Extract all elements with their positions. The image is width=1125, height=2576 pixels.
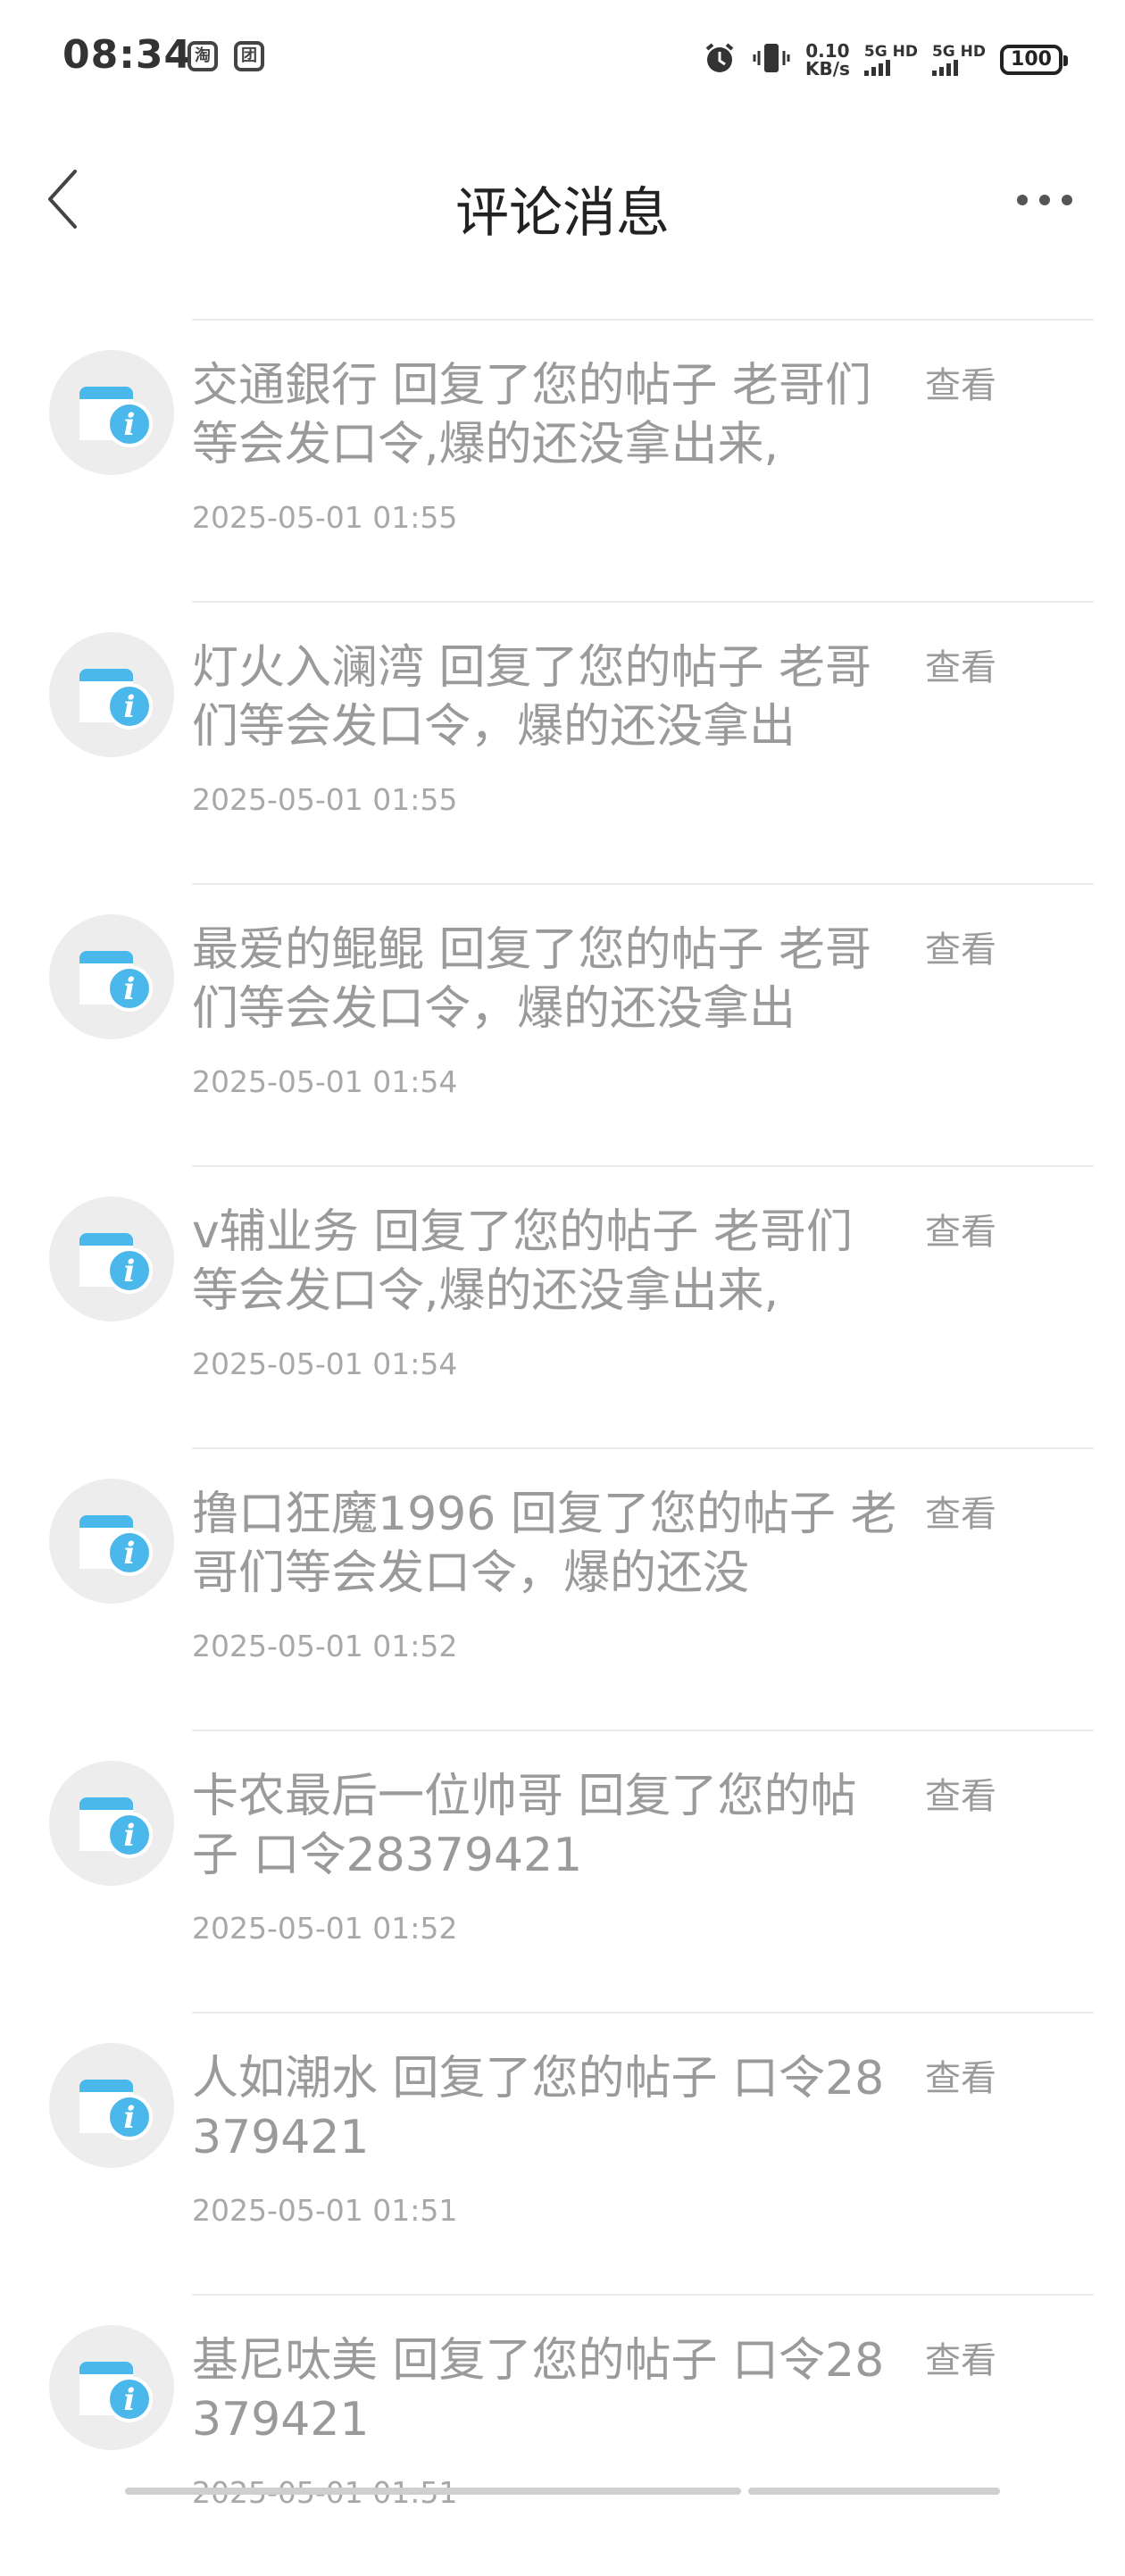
message-content: 人如潮水 回复了您的帖子 口令28379421 [192,2052,885,2164]
divider [192,601,1094,603]
avatar: i [49,2043,174,2168]
message-time: 2025-05-01 01:55 [192,500,458,535]
avatar: i [49,1196,174,1321]
notification-info-icon: i [79,1515,153,1576]
taobao-app-icon: 淘 [188,41,218,71]
message-time: 2025-05-01 01:55 [192,782,458,817]
network-speed: 0.10 KB/s [804,40,850,79]
list-item[interactable]: i 交通銀行 回复了您的帖子 老哥们等会发口令,爆的还没拿出来, 2025-05… [0,319,1125,601]
status-time: 08:34 [62,32,193,78]
vibrate-icon [752,40,791,79]
message-content: 基尼呔美 回复了您的帖子 口令28379421 [192,2334,885,2447]
avatar: i [49,2325,174,2450]
divider [192,319,1094,321]
message-list: i 交通銀行 回复了您的帖子 老哥们等会发口令,爆的还没拿出来, 2025-05… [0,319,1125,2576]
view-button[interactable]: 查看 [925,1485,996,1537]
svg-text:i: i [124,1254,136,1289]
divider [192,1165,1094,1167]
alarm-icon [702,40,738,79]
view-button[interactable]: 查看 [925,356,996,408]
divider [192,883,1094,885]
message-time: 2025-05-01 01:51 [192,2193,458,2228]
svg-text:i: i [124,407,136,443]
avatar: i [49,914,174,1039]
notification-info-icon: i [79,1233,153,1294]
divider [192,1447,1094,1449]
list-item[interactable]: i 灯火入澜湾 回复了您的帖子 老哥们等会发口令，爆的还没拿出 2025-05-… [0,601,1125,883]
view-button[interactable]: 查看 [925,921,996,972]
battery-indicator: 100 [1000,45,1068,75]
message-time: 2025-05-01 01:54 [192,1064,458,1099]
view-button[interactable]: 查看 [925,638,996,690]
list-item[interactable]: i 卡农最后一位帅哥 回复了您的帖子 口令28379421 2025-05-01… [0,1730,1125,2012]
view-button[interactable]: 查看 [925,2049,996,2101]
avatar: i [49,1761,174,1886]
meituan-app-icon: 团 [234,41,264,71]
sim2-signal: 5G HD [931,44,986,76]
message-content: 交通銀行 回复了您的帖子 老哥们等会发口令,爆的还没拿出来, [192,359,872,471]
svg-text:i: i [124,971,136,1007]
message-time: 2025-05-01 01:52 [192,1629,458,1663]
avatar: i [49,632,174,757]
svg-text:i: i [124,1536,136,1571]
notification-info-icon: i [79,1797,153,1858]
svg-text:i: i [124,2382,136,2418]
notification-info-icon: i [79,951,153,1012]
notification-info-icon: i [79,387,153,447]
svg-text:i: i [124,2100,136,2136]
view-button[interactable]: 查看 [925,1767,996,1819]
svg-text:i: i [124,689,136,725]
message-content: 撸口狂魔1996 回复了您的帖子 老哥们等会发口令，爆的还没 [192,1488,897,1600]
list-item[interactable]: i v辅业务 回复了您的帖子 老哥们等会发口令,爆的还没拿出来, 2025-05… [0,1165,1125,1447]
avatar: i [49,1479,174,1604]
divider [192,2294,1094,2296]
divider [192,1730,1094,1731]
header-bar: 评论消息 [0,134,1125,268]
svg-text:i: i [124,1818,136,1854]
message-content: 最爱的鲲鲲 回复了您的帖子 老哥们等会发口令，爆的还没拿出 [192,923,872,1036]
list-item[interactable]: i 撸口狂魔1996 回复了您的帖子 老哥们等会发口令，爆的还没 2025-05… [0,1447,1125,1730]
more-button[interactable] [1000,161,1089,241]
notification-info-icon: i [79,669,153,729]
more-horizontal-icon [1016,193,1073,210]
sim1-signal: 5G HD [863,44,918,76]
message-content: 灯火入澜湾 回复了您的帖子 老哥们等会发口令，爆的还没拿出 [192,641,872,754]
divider [192,2012,1094,2013]
message-time: 2025-05-01 01:52 [192,1911,458,1946]
list-item[interactable]: i 最爱的鲲鲲 回复了您的帖子 老哥们等会发口令，爆的还没拿出 2025-05-… [0,883,1125,1165]
message-content: 卡农最后一位帅哥 回复了您的帖子 口令28379421 [192,1770,857,1882]
message-content: v辅业务 回复了您的帖子 老哥们等会发口令,爆的还没拿出来, [192,1205,853,1318]
list-item[interactable]: i 人如潮水 回复了您的帖子 口令28379421 2025-05-01 01:… [0,2012,1125,2294]
view-button[interactable]: 查看 [925,2331,996,2383]
scroll-indicator [125,2488,1000,2495]
view-button[interactable]: 查看 [925,1203,996,1255]
page-title: 评论消息 [455,182,670,245]
status-icons: 0.10 KB/s 5G HD 5G HD 100 [702,38,1068,82]
list-item[interactable]: i 基尼呔美 回复了您的帖子 口令28379421 2025-05-01 01:… [0,2294,1125,2576]
notification-info-icon: i [79,2362,153,2422]
status-bar: 08:34 淘 团 0.10 KB/s 5G HD 5G HD 100 [0,0,1125,116]
notification-info-icon: i [79,2080,153,2140]
avatar: i [49,350,174,475]
message-time: 2025-05-01 01:54 [192,1346,458,1381]
